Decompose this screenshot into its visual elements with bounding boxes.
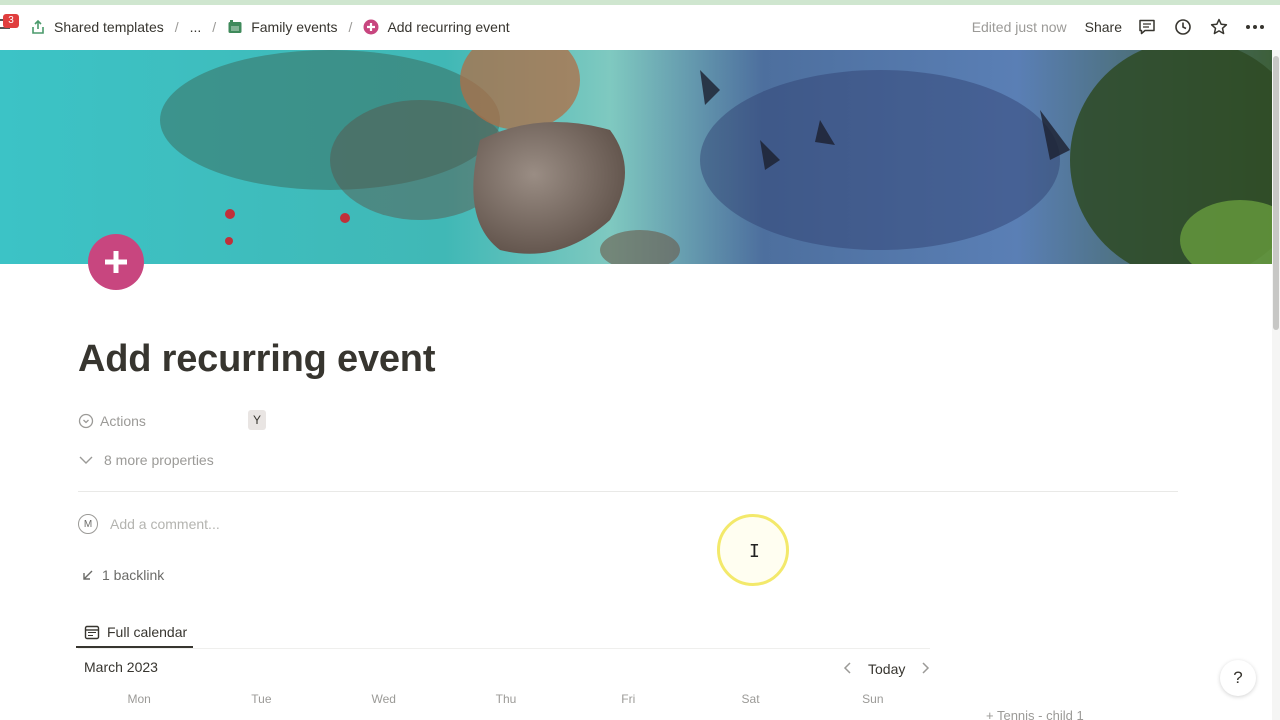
tab-full-calendar[interactable]: Full calendar: [78, 617, 193, 647]
button-property-icon: [78, 413, 94, 429]
calendar-icon: [84, 624, 100, 640]
top-bar: 3 Shared templates / ... / Family events…: [0, 5, 1280, 49]
breadcrumb-ellipsis[interactable]: ...: [186, 17, 206, 37]
edited-status: Edited just now: [971, 19, 1067, 35]
weekday-label: Mon: [127, 692, 151, 706]
cover-image: [0, 50, 1272, 264]
star-icon[interactable]: [1208, 16, 1230, 38]
calendar-month: March 2023: [84, 659, 158, 675]
share-upload-icon: [30, 19, 46, 35]
breadcrumb: Shared templates / ... / Family events /…: [26, 5, 514, 49]
history-icon[interactable]: [1172, 16, 1194, 38]
today-button[interactable]: Today: [864, 660, 909, 678]
chevron-right-icon[interactable]: [919, 661, 931, 678]
breadcrumb-label: ...: [189, 19, 202, 35]
tab-label: Full calendar: [107, 624, 188, 640]
page-title[interactable]: Add recurring event: [78, 338, 435, 381]
weekday-label: Sun: [862, 692, 884, 706]
help-button[interactable]: ?: [1220, 660, 1256, 696]
plus-circle-icon[interactable]: [88, 234, 144, 290]
breadcrumb-family-events[interactable]: Family events: [223, 17, 341, 37]
plus-circle-icon: [363, 19, 379, 35]
more-properties-toggle[interactable]: 8 more properties: [78, 447, 214, 473]
property-actions[interactable]: Actions Y: [78, 408, 267, 434]
sidebar-toggle[interactable]: 3: [0, 14, 20, 34]
text-cursor-icon: I: [749, 541, 760, 562]
arrow-down-left-icon: [80, 567, 96, 583]
weekday-label: Wed: [371, 692, 396, 706]
property-label: Actions: [100, 413, 146, 429]
calendar-navigation: Today: [842, 657, 931, 681]
notification-badge: 3: [3, 14, 19, 28]
more-icon[interactable]: [1244, 16, 1266, 38]
weekday-label: Tue: [251, 692, 272, 706]
backlink-label: 1 backlink: [102, 567, 165, 583]
breadcrumb-shared-templates[interactable]: Shared templates: [26, 17, 168, 37]
weekday-label: Sat: [741, 692, 760, 706]
property-value-tag[interactable]: Y: [248, 410, 267, 430]
more-properties-label: 8 more properties: [104, 452, 214, 468]
calendar-weekday-header: Mon Tue Wed Thu Fri Sat Sun: [78, 692, 934, 710]
calendar-folder-icon: [227, 19, 243, 35]
weekday-label: Thu: [495, 692, 517, 706]
avatar: M: [78, 514, 98, 534]
tab-divider: [78, 648, 930, 649]
chevron-left-icon[interactable]: [842, 661, 854, 678]
breadcrumb-label: Add recurring event: [387, 19, 510, 35]
breadcrumb-separator: /: [212, 19, 217, 35]
breadcrumb-separator: /: [174, 19, 179, 35]
breadcrumb-label: Shared templates: [54, 19, 164, 35]
backlink-button[interactable]: 1 backlink: [80, 564, 164, 586]
comment-placeholder: Add a comment...: [110, 516, 220, 532]
chevron-down-icon: [78, 452, 94, 468]
scrollbar-thumb[interactable]: [1273, 56, 1279, 330]
divider: [78, 491, 1178, 492]
breadcrumb-separator: /: [348, 19, 353, 35]
comment-input[interactable]: M Add a comment...: [78, 512, 220, 536]
weekday-label: Fri: [621, 692, 636, 706]
breadcrumb-add-recurring-event[interactable]: Add recurring event: [359, 17, 513, 37]
comment-icon[interactable]: [1136, 16, 1158, 38]
breadcrumb-label: Family events: [251, 19, 338, 35]
topbar-actions: Edited just now Share: [972, 5, 1266, 49]
share-button[interactable]: Share: [1085, 19, 1122, 35]
calendar-event-peek[interactable]: + Tennis - child 1: [986, 708, 1084, 720]
